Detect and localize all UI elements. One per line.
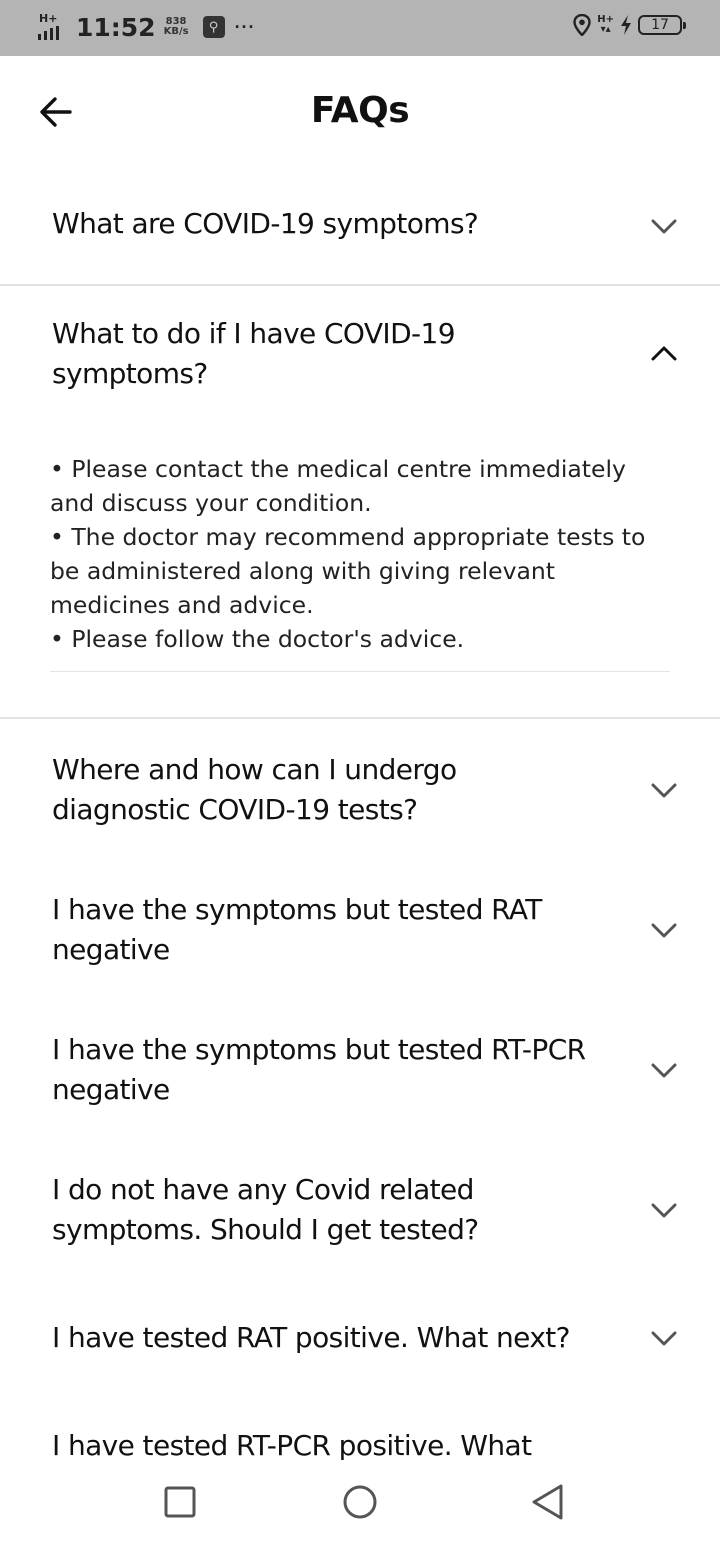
faq-question[interactable]: I have tested RAT positive. What next?	[52, 1318, 612, 1358]
chevron-down-icon[interactable]	[650, 218, 678, 236]
faq-question[interactable]: What to do if I have COVID-19 symptoms?	[52, 314, 522, 394]
faq-answer: • Please contact the medical centre imme…	[50, 452, 675, 656]
faq-question[interactable]: I have the symptoms but tested RAT negat…	[52, 890, 552, 970]
answer-bullet: • The doctor may recommend appropriate t…	[50, 523, 646, 619]
answer-bullet: • Please contact the medical centre imme…	[50, 455, 626, 517]
chevron-down-icon[interactable]	[650, 1330, 678, 1348]
usb-debug-icon: ⚲	[202, 16, 225, 38]
speed-unit: KB/s	[163, 26, 189, 37]
chevron-down-icon[interactable]	[650, 922, 678, 940]
chevron-down-icon[interactable]	[650, 782, 678, 800]
battery-icon: 17	[638, 15, 686, 35]
faq-question[interactable]: I have tested RT-PCR positive. What	[52, 1426, 652, 1460]
more-notifications-icon: ···	[234, 16, 256, 37]
app-header: FAQs	[0, 56, 720, 166]
clock: 11:52	[76, 12, 156, 42]
answer-bullet: • Please follow the doctor's advice.	[50, 625, 465, 653]
triangle-back-icon[interactable]	[528, 1482, 568, 1522]
system-nav-bar	[0, 1460, 720, 1544]
divider	[0, 284, 720, 286]
status-bar: H+ 11:52 838 KB/s ⚲ ··· H+ ▾▴ 17	[0, 0, 720, 56]
faq-question[interactable]: What are COVID-19 symptoms?	[52, 204, 612, 244]
chevron-down-icon[interactable]	[650, 1202, 678, 1220]
charging-icon	[621, 15, 631, 35]
network-speed: 838 KB/s	[164, 17, 189, 37]
divider	[0, 717, 720, 719]
signal-icon: H+	[38, 12, 70, 42]
battery-level: 17	[651, 17, 669, 33]
page-title: FAQs	[310, 90, 410, 131]
square-recents-icon[interactable]	[160, 1482, 200, 1522]
chevron-up-icon[interactable]	[650, 344, 678, 362]
faq-item-partial[interactable]: I have tested RT-PCR positive. What	[0, 1420, 720, 1460]
faq-question[interactable]: I do not have any Covid related symptoms…	[52, 1170, 502, 1250]
faq-question[interactable]: Where and how can I undergo diagnostic C…	[52, 750, 492, 830]
faq-question[interactable]: I have the symptoms but tested RT-PCR ne…	[52, 1030, 602, 1110]
mobile-data-icon: H+ ▾▴	[597, 14, 614, 35]
circle-home-icon[interactable]	[340, 1482, 380, 1522]
location-icon	[573, 14, 591, 36]
right-network-label: H+	[597, 14, 614, 25]
chevron-down-icon[interactable]	[650, 1062, 678, 1080]
network-type-label: H+	[39, 12, 58, 25]
answer-divider	[50, 671, 670, 672]
